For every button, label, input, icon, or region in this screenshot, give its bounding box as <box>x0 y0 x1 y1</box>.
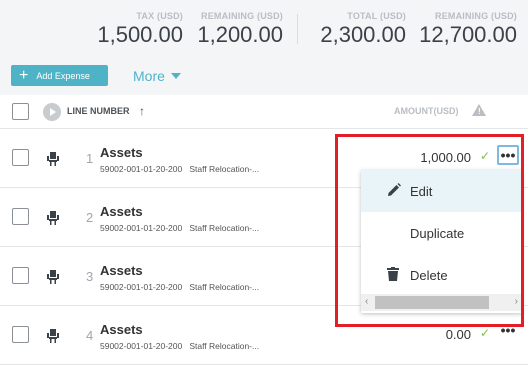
remaining-label: REMAINING (USD) <box>201 11 283 21</box>
trash-icon <box>387 266 399 284</box>
line-subtitle: 59002-001-01-20-200 Staff Relocation-... <box>100 341 259 351</box>
remaining-total: REMAINING (USD) 12,700.00 <box>419 11 517 48</box>
line-subtitle: 59002-001-01-20-200 Staff Relocation-... <box>100 282 259 292</box>
header-divider <box>297 14 298 44</box>
add-expense-label: Add Expense <box>36 70 90 81</box>
table-row[interactable]: 4 Assets 59002-001-01-20-200 Staff Reloc… <box>0 306 528 365</box>
totals-header: TAX (USD) 1,500.00 REMAINING (USD) 1,200… <box>0 0 528 95</box>
line-description: Staff Relocation-... <box>189 341 260 351</box>
select-all-checkbox[interactable] <box>12 103 29 120</box>
row-checkbox[interactable] <box>12 267 29 284</box>
warning-icon: ! <box>472 104 486 116</box>
scrollbar-thumb[interactable] <box>375 296 489 309</box>
more-dropdown[interactable]: More <box>133 68 181 84</box>
line-description: Staff Relocation-... <box>189 164 260 174</box>
line-title[interactable]: Assets <box>100 322 143 337</box>
line-number-header[interactable]: LINE NUMBER <box>67 106 130 116</box>
check-icon: ✓ <box>479 149 490 163</box>
row-actions-button[interactable]: ••• <box>497 145 519 165</box>
row-checkbox[interactable] <box>12 208 29 225</box>
chair-icon <box>47 152 59 166</box>
tax-total: TAX (USD) 1,500.00 <box>97 11 183 48</box>
line-description: Staff Relocation-... <box>189 282 260 292</box>
tax-value: 1,500.00 <box>97 22 183 47</box>
line-title[interactable]: Assets <box>100 145 143 160</box>
row-checkbox[interactable] <box>12 149 29 166</box>
duplicate-label: Duplicate <box>410 225 465 241</box>
chair-icon <box>47 211 59 225</box>
total-value: 2,300.00 <box>320 22 406 47</box>
check-icon: ✓ <box>479 326 490 340</box>
line-subtitle: 59002-001-01-20-200 Staff Relocation-... <box>100 223 259 233</box>
sort-up-arrow-icon[interactable]: ↑ <box>139 104 145 118</box>
line-number: 4 <box>86 328 94 343</box>
total-label: TOTAL (USD) <box>347 11 406 21</box>
plus-icon: + <box>19 66 29 84</box>
line-amount: 0.00 <box>445 327 471 342</box>
delete-label: Delete <box>410 267 448 283</box>
add-expense-button[interactable]: + Add Expense <box>11 65 108 86</box>
line-number: 3 <box>86 269 94 284</box>
row-actions-menu: Edit Duplicate Delete <box>361 170 522 313</box>
menu-item-delete[interactable]: Delete <box>361 254 522 296</box>
amount-header[interactable]: AMOUNT(USD) <box>394 106 459 116</box>
line-code: 59002-001-01-20-200 <box>100 164 183 174</box>
pencil-icon <box>387 182 401 200</box>
remaining-value: 1,200.00 <box>197 22 283 47</box>
edit-label: Edit <box>410 183 433 199</box>
remaining-tax: REMAINING (USD) 1,200.00 <box>197 11 283 48</box>
line-number: 1 <box>86 151 94 166</box>
menu-item-edit[interactable]: Edit <box>361 170 522 212</box>
line-subtitle: 59002-001-01-20-200 Staff Relocation-... <box>100 164 259 174</box>
row-actions-button[interactable]: ••• <box>497 322 519 342</box>
line-description: Staff Relocation-... <box>189 223 260 233</box>
scroll-right-arrow-icon[interactable]: › <box>515 296 518 307</box>
menu-item-duplicate[interactable]: Duplicate <box>361 212 522 254</box>
line-title[interactable]: Assets <box>100 263 143 278</box>
line-amount: 1,000.00 <box>420 150 471 165</box>
more-label: More <box>133 68 165 84</box>
line-code: 59002-001-01-20-200 <box>100 282 183 292</box>
line-code: 59002-001-01-20-200 <box>100 341 183 351</box>
chair-icon <box>47 270 59 284</box>
tax-label: TAX (USD) <box>136 11 183 21</box>
line-code: 59002-001-01-20-200 <box>100 223 183 233</box>
remaining-total-value: 12,700.00 <box>419 22 517 47</box>
scroll-left-arrow-icon[interactable]: ‹ <box>365 296 368 307</box>
line-title[interactable]: Assets <box>100 204 143 219</box>
remaining-total-label: REMAINING (USD) <box>435 11 517 21</box>
row-checkbox[interactable] <box>12 326 29 343</box>
line-number: 2 <box>86 210 94 225</box>
grand-total: TOTAL (USD) 2,300.00 <box>320 11 406 48</box>
menu-horizontal-scrollbar[interactable]: ‹ › <box>361 294 522 311</box>
play-circle-icon[interactable] <box>43 103 61 121</box>
chair-icon <box>47 329 59 343</box>
caret-down-icon <box>170 73 181 79</box>
